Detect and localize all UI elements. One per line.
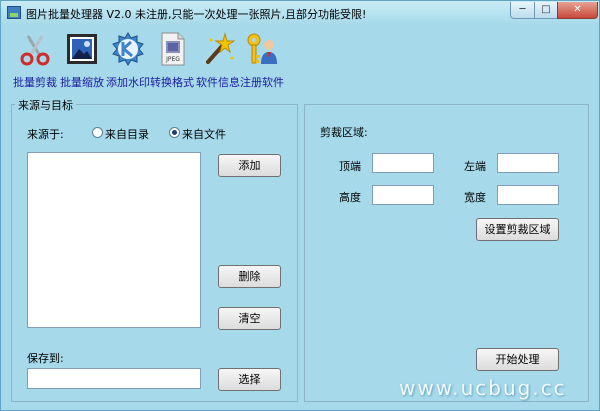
height-input[interactable] [372, 185, 434, 205]
app-window: 图片批量处理器 V2.0 未注册,只能一次处理一张照片,且部分功能受限! ─ □… [0, 0, 600, 411]
magic-wand-icon [201, 32, 236, 66]
delete-button[interactable]: 删除 [218, 265, 281, 288]
k-logo-icon [111, 32, 145, 66]
radio-from-file-label[interactable]: 来自文件 [182, 126, 226, 142]
scissors-icon [18, 32, 52, 66]
width-label: 宽度 [464, 191, 486, 204]
jpeg-file-icon: JPEG [155, 32, 189, 66]
source-target-legend: 来源与目标 [15, 97, 76, 113]
toolbar-add-watermark[interactable]: 添加水印 [105, 32, 151, 90]
radio-from-directory-label[interactable]: 来自目录 [105, 126, 149, 142]
radio-from-directory[interactable] [92, 127, 103, 138]
toolbar-batch-resize[interactable]: 批量缩放 [59, 32, 105, 90]
toolbar-register[interactable]: 注册软件 [239, 32, 285, 90]
key-user-icon [245, 32, 279, 66]
toolbar-label: 转换格式 [150, 76, 194, 89]
top-label: 顶端 [339, 160, 361, 173]
toolbar-software-info[interactable]: 软件信息 [195, 32, 241, 90]
minimize-button[interactable]: ─ [510, 2, 535, 19]
site-watermark: www.ucbug.cc [399, 376, 567, 400]
app-icon [7, 6, 21, 19]
toolbar-label: 批量缩放 [60, 76, 104, 89]
set-crop-region-button[interactable]: 设置剪裁区域 [476, 218, 559, 241]
picture-icon [65, 32, 99, 66]
window-title: 图片批量处理器 V2.0 未注册,只能一次处理一张照片,且部分功能受限! [26, 8, 367, 21]
left-input[interactable] [497, 153, 559, 173]
top-input[interactable] [372, 153, 434, 173]
left-label: 左端 [464, 160, 486, 173]
height-label: 高度 [339, 191, 361, 204]
toolbar-label: 添加水印 [106, 76, 150, 89]
clear-button[interactable]: 清空 [218, 307, 281, 330]
toolbar-label: 注册软件 [240, 76, 284, 89]
add-button[interactable]: 添加 [218, 154, 281, 177]
width-input[interactable] [497, 185, 559, 205]
file-listbox[interactable] [27, 152, 201, 328]
save-to-label: 保存到: [27, 352, 64, 365]
jpeg-icon-text: JPEG [165, 56, 180, 63]
toolbar-batch-crop[interactable]: 批量剪裁 [11, 32, 59, 90]
toolbar-convert-format[interactable]: JPEG 转换格式 [149, 32, 195, 90]
radio-from-file[interactable] [169, 127, 180, 138]
source-label: 来源于: [27, 128, 64, 141]
save-path-input[interactable] [27, 368, 201, 389]
title-bar[interactable]: 图片批量处理器 V2.0 未注册,只能一次处理一张照片,且部分功能受限! ─ □… [1, 1, 599, 25]
toolbar-label: 批量剪裁 [13, 76, 57, 89]
toolbar-label: 软件信息 [196, 76, 240, 89]
crop-region-title: 剪裁区域: [320, 126, 368, 139]
maximize-button[interactable]: □ [534, 2, 558, 19]
close-button[interactable]: ✕ [557, 2, 598, 19]
start-processing-button[interactable]: 开始处理 [476, 348, 559, 371]
browse-button[interactable]: 选择 [218, 368, 281, 391]
